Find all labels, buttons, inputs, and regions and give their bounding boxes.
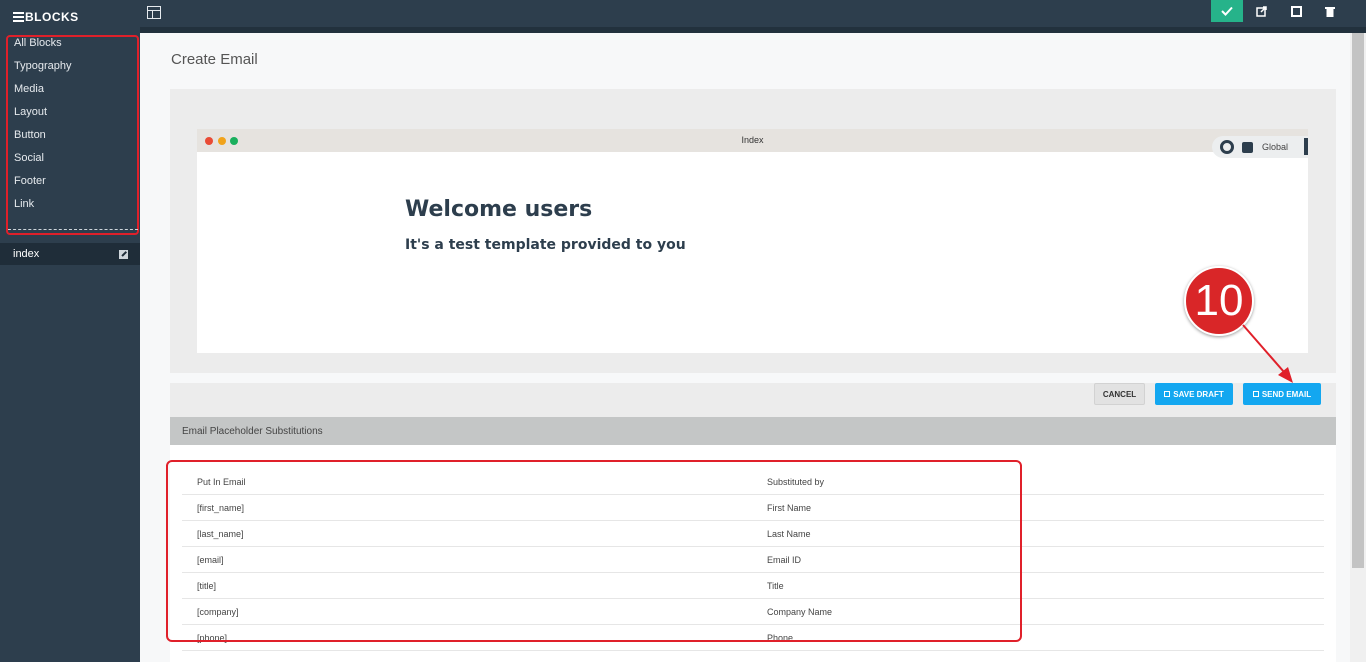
blocks-category-list: All Blocks Typography Media Layout Butto… (6, 35, 139, 235)
gear-icon[interactable] (1220, 140, 1234, 154)
menu-icon (13, 10, 24, 24)
page-title: Create Email (171, 51, 258, 68)
scrollbar-thumb[interactable] (1352, 33, 1364, 568)
step-number-badge: 10 (1184, 266, 1254, 336)
save-draft-label: SAVE DRAFT (1173, 389, 1224, 399)
square-icon (1290, 5, 1302, 17)
placeholder-panel-header[interactable]: Email Placeholder Substitutions (170, 417, 1336, 445)
block-category-layout[interactable]: Layout (14, 106, 47, 118)
sidebar-divider (8, 229, 138, 230)
table-highlight-annotation (166, 460, 1022, 642)
panel-handle (1304, 138, 1308, 155)
block-category-typography[interactable]: Typography (14, 60, 71, 72)
open-external-button[interactable] (1245, 0, 1277, 22)
page-scrollbar[interactable] (1350, 33, 1366, 662)
block-category-button[interactable]: Button (14, 129, 46, 141)
cancel-button[interactable]: CANCEL (1094, 383, 1145, 405)
external-link-icon (1255, 5, 1267, 17)
page-item-label: index (13, 248, 40, 260)
top-toolbar (140, 0, 1366, 27)
save-draft-button[interactable]: SAVE DRAFT (1155, 383, 1233, 405)
grid-icon[interactable] (147, 6, 161, 19)
send-icon (1252, 391, 1259, 397)
confirm-button[interactable] (1211, 0, 1243, 22)
block-category-media[interactable]: Media (14, 83, 44, 95)
fullscreen-button[interactable] (1280, 0, 1312, 22)
block-category-footer[interactable]: Footer (14, 175, 46, 187)
action-bar: CANCEL SAVE DRAFT SEND EMAIL (170, 383, 1336, 417)
blocks-header[interactable]: BLOCKS (0, 0, 140, 34)
block-category-social[interactable]: Social (14, 152, 44, 164)
email-subheading[interactable]: It's a test template provided to you (405, 237, 686, 253)
save-icon (1164, 391, 1171, 397)
editor-canvas: Index Global Welcome users It's a test t… (170, 89, 1336, 373)
email-heading[interactable]: Welcome users (405, 197, 592, 222)
page-item-index[interactable]: index (0, 243, 140, 265)
preview-title-bar: Index (197, 129, 1308, 152)
global-settings-toggle[interactable]: Global (1212, 136, 1308, 158)
delete-button[interactable] (1314, 0, 1346, 22)
edit-icon[interactable] (119, 249, 128, 259)
send-email-button[interactable]: SEND EMAIL (1243, 383, 1321, 405)
color-swatch-icon[interactable] (1242, 141, 1253, 153)
send-email-label: SEND EMAIL (1261, 389, 1312, 399)
block-category-all[interactable]: All Blocks (14, 37, 62, 49)
blocks-title: BLOCKS (25, 10, 79, 24)
blocks-sidebar: BLOCKS All Blocks Typography Media Layou… (0, 0, 140, 662)
global-label: Global (1262, 142, 1289, 152)
block-category-link[interactable]: Link (14, 198, 34, 210)
preview-title: Index (741, 135, 764, 145)
trash-icon (1325, 6, 1335, 17)
email-preview-frame[interactable]: Index Global Welcome users It's a test t… (197, 129, 1308, 353)
check-icon (1221, 6, 1233, 16)
